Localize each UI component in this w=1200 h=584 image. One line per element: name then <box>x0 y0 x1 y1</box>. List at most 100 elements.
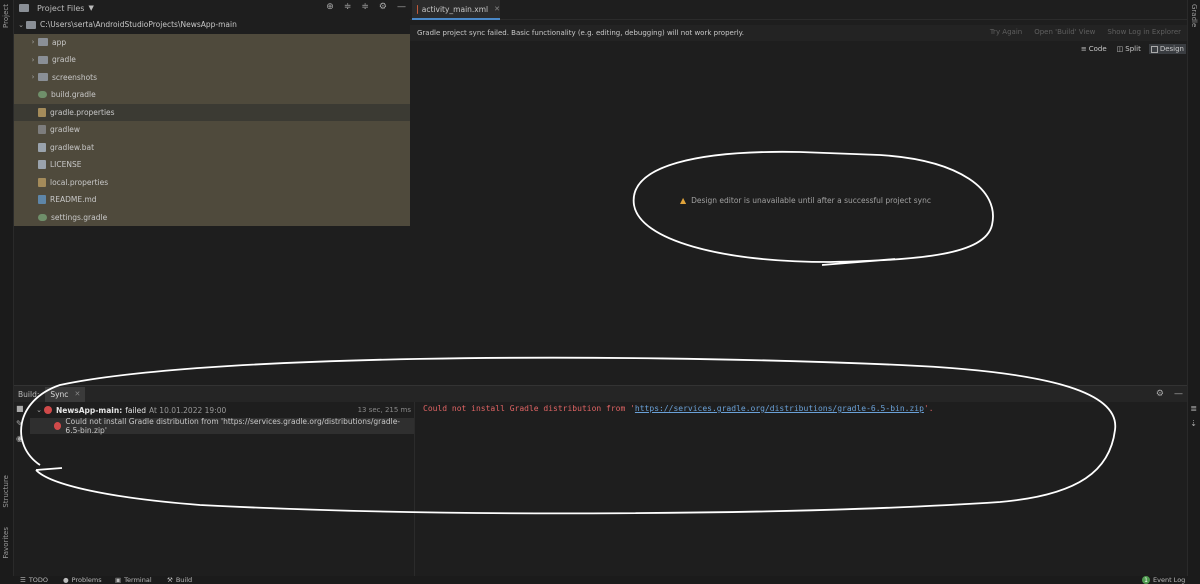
event-log-button[interactable]: 1 Event Log <box>1142 576 1185 584</box>
close-icon[interactable]: ✕ <box>494 5 500 13</box>
problems-tool-button[interactable]: ● Problems <box>63 576 102 584</box>
design-mode-button[interactable]: Design <box>1148 44 1186 54</box>
collapse-all-icon[interactable]: ≑ <box>361 2 369 12</box>
annotation-ellipse-design <box>632 150 994 266</box>
chevron-right-icon[interactable]: › <box>28 56 38 64</box>
tree-item-app[interactable]: › app <box>14 33 410 51</box>
build-root-name: NewsApp-main: <box>56 405 123 415</box>
build-root-row[interactable]: ⌄ NewsApp-main: failed At 10.01.2022 19:… <box>30 402 414 418</box>
tree-item-label: gradlew.bat <box>50 142 95 152</box>
gradle-distribution-link[interactable]: https://services.gradle.org/distribution… <box>635 404 924 413</box>
structure-tool-label: Structure <box>2 475 10 508</box>
event-count-badge: 1 <box>1142 576 1150 584</box>
split-icon: ◫ <box>1116 45 1124 53</box>
gear-icon[interactable]: ⚙ <box>379 2 387 12</box>
tree-root[interactable]: ⌄ C:\Users\serta\AndroidStudioProjects\N… <box>14 16 410 34</box>
problems-label: Problems <box>71 576 102 584</box>
console-suffix: '. <box>923 404 934 413</box>
show-log-link[interactable]: Show Log in Explorer <box>1107 28 1181 36</box>
project-view-selector[interactable]: Project Files <box>37 4 84 13</box>
gear-icon[interactable]: ⚙ <box>1156 389 1164 399</box>
terminal-label: Terminal <box>124 576 152 584</box>
tab-sync[interactable]: Sync ✕ <box>45 386 86 402</box>
console-prefix: Could not install Gradle distribution fr… <box>423 404 635 413</box>
split-mode-label: Split <box>1125 45 1141 53</box>
chevron-down-icon[interactable]: ⌄ <box>34 406 44 414</box>
close-icon[interactable]: ✕ <box>74 390 80 398</box>
design-mode-label: Design <box>1159 45 1184 53</box>
gradle-tool-tab[interactable]: Gradle <box>1190 4 1198 27</box>
tree-item-gradlew[interactable]: gradlew <box>14 121 410 139</box>
console-error-line: Could not install Gradle distribution fr… <box>423 404 934 413</box>
code-mode-button[interactable]: ≡ Code <box>1079 44 1109 54</box>
banner-actions: Try Again Open 'Build' View Show Log in … <box>990 28 1181 36</box>
folder-icon <box>19 4 29 12</box>
todo-tool-button[interactable]: ☰ TODO <box>20 576 48 584</box>
todo-label: TODO <box>28 576 49 584</box>
build-error-text: Could not install Gradle distribution fr… <box>65 417 401 435</box>
chevron-right-icon[interactable]: › <box>28 38 38 46</box>
tree-item-build-gradle[interactable]: build.gradle <box>14 86 410 104</box>
script-file-icon <box>38 125 46 135</box>
gradle-tool-label: Gradle <box>1190 4 1198 28</box>
try-again-link[interactable]: Try Again <box>990 28 1022 36</box>
tree-item-local-properties[interactable]: local.properties <box>14 173 410 191</box>
minimize-icon[interactable]: — <box>397 2 406 12</box>
build-side-toolbar: ■ ✎ ◉ <box>16 404 24 443</box>
tree-item-label: local.properties <box>50 177 109 187</box>
console-side-toolbar: ≣ ⇣ <box>1190 404 1197 428</box>
folder-icon <box>26 20 36 29</box>
expand-all-icon[interactable]: ≑ <box>344 2 352 12</box>
tree-item-label: app <box>52 37 67 47</box>
tree-item-license[interactable]: LICENSE <box>14 156 410 174</box>
view-mode-toggle: ≡ Code ◫ Split Design <box>1079 44 1186 54</box>
project-tool-label: Project <box>2 4 10 28</box>
chevron-down-icon[interactable]: ▼ <box>88 4 93 12</box>
editor-tab-bar: activity_main.xml ✕ <box>410 0 1187 20</box>
properties-file-icon <box>38 177 46 187</box>
event-log-label: Event Log <box>1153 576 1186 584</box>
code-mode-label: Code <box>1088 45 1107 53</box>
tree-item-gradlew-bat[interactable]: gradlew.bat <box>14 138 410 156</box>
build-error-row[interactable]: Could not install Gradle distribution fr… <box>30 417 414 435</box>
pin-icon[interactable]: ✎ <box>16 419 24 428</box>
minimize-icon[interactable]: — <box>1174 389 1183 399</box>
eye-icon[interactable]: ◉ <box>16 434 24 443</box>
banner-text: Gradle project sync failed. Basic functi… <box>417 29 745 37</box>
hammer-icon: ⚒ <box>167 576 173 584</box>
tree-item-label: LICENSE <box>50 160 82 170</box>
project-tool-tab[interactable]: Project <box>2 4 10 28</box>
tree-item-label: screenshots <box>52 72 98 82</box>
open-build-view-link[interactable]: Open 'Build' View <box>1034 28 1095 36</box>
tree-item-readme-md[interactable]: README.md <box>14 191 410 209</box>
favorites-tool-tab[interactable]: Favorites <box>2 527 10 559</box>
tree-item-gradle[interactable]: › gradle <box>14 51 410 69</box>
chevron-right-icon[interactable]: › <box>28 73 38 81</box>
left-tool-stripe: Project Structure Favorites <box>0 0 14 576</box>
build-panel-tools: ⚙ — <box>1156 389 1183 399</box>
text-file-icon <box>38 160 46 170</box>
sync-failed-banner: Gradle project sync failed. Basic functi… <box>410 25 1187 41</box>
properties-file-icon <box>38 107 46 117</box>
tab-activity-main[interactable]: activity_main.xml ✕ <box>412 0 500 20</box>
tree-item-gradle-properties[interactable]: gradle.properties <box>14 103 410 121</box>
split-mode-button[interactable]: ◫ Split <box>1115 44 1143 54</box>
scroll-to-end-icon[interactable]: ⇣ <box>1190 419 1197 428</box>
project-panel-tools: ⊕ ≑ ≑ ⚙ — <box>326 2 406 12</box>
build-label: Build: <box>18 389 40 399</box>
terminal-tool-button[interactable]: ▣ Terminal <box>115 576 152 584</box>
chevron-down-icon[interactable]: ⌄ <box>16 21 26 29</box>
tree-item-screenshots[interactable]: › screenshots <box>14 68 410 86</box>
project-tree: ⌄ C:\Users\serta\AndroidStudioProjects\N… <box>14 16 410 226</box>
build-tool-button[interactable]: ⚒ Build <box>167 576 192 584</box>
stop-icon[interactable]: ■ <box>16 404 24 413</box>
soft-wrap-icon[interactable]: ≣ <box>1190 404 1197 413</box>
text-file-icon <box>38 142 46 152</box>
structure-tool-tab[interactable]: Structure <box>2 475 10 508</box>
terminal-icon: ▣ <box>115 576 122 584</box>
tree-item-settings-gradle[interactable]: settings.gradle <box>14 208 410 226</box>
locate-icon[interactable]: ⊕ <box>326 2 334 12</box>
sync-tab-label: Sync <box>50 389 69 399</box>
build-console: Could not install Gradle distribution fr… <box>414 402 1170 576</box>
warning-icon: ▲ <box>680 196 687 205</box>
